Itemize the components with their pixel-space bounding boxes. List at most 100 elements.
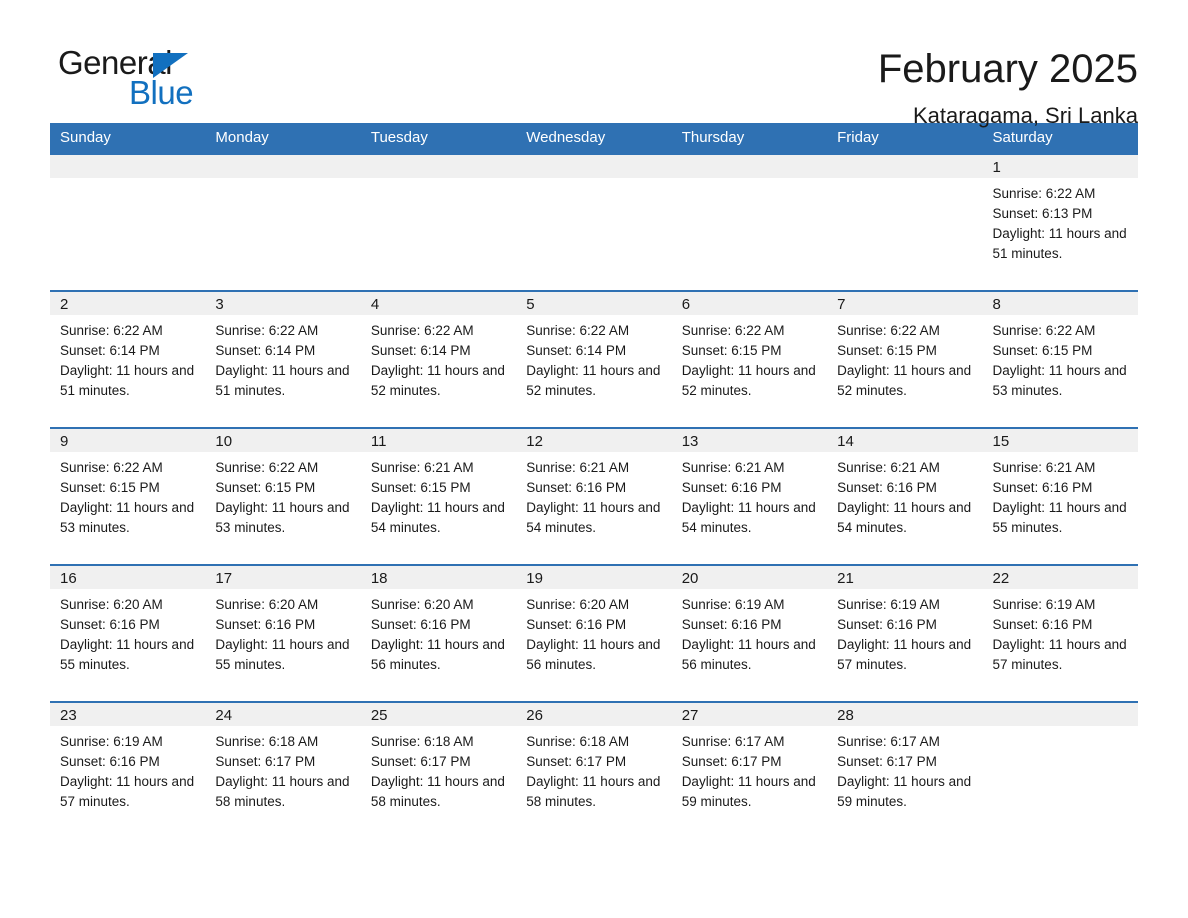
sunset-text: Sunset: 6:16 PM xyxy=(681,479,782,495)
day-cell[interactable]: 16 Sunrise: 6:20 AM Sunset: 6:16 PM Dayligh… xyxy=(50,563,206,702)
daylight-text: Daylight: 11 hours and 57 minutes. xyxy=(992,636,1127,672)
sunrise-sunset-calendar: Sunday Monday Tuesday Wednesday Thursday Frid… xyxy=(50,123,1138,838)
day-cell[interactable]: 20 Sunrise: 6:19 AM Sunset: 6:16 PM Dayligh… xyxy=(671,563,828,702)
daylight-text: Daylight: 11 hours and 54 minutes. xyxy=(837,499,972,535)
day-number xyxy=(671,154,828,178)
sunset-text: Sunset: 6:15 PM xyxy=(215,479,316,495)
sunset-text: Sunset: 6:17 PM xyxy=(837,753,937,769)
calendar-page: General Blue February 2025 Kataragama, S… xyxy=(0,0,1188,918)
sunset-text: Sunset: 6:17 PM xyxy=(370,753,471,769)
calendar-week-row: 1 Sunrise: 6:22 AM Sunset: 6:13 PM Daylight… xyxy=(50,154,1138,291)
sunrise-text: Sunrise: 6:21 AM xyxy=(681,459,785,475)
daylight-text: Daylight: 11 hours and 51 minutes. xyxy=(215,362,350,398)
day-number: 8 xyxy=(982,291,1138,315)
day-cell[interactable]: 9 Sunrise: 6:22 AM Sunset: 6:15 PM Daylight… xyxy=(50,426,206,565)
day-number: 15 xyxy=(982,428,1138,452)
daylight-text: Daylight: 11 hours and 52 minutes. xyxy=(837,362,972,398)
day-cell[interactable]: 25 Sunrise: 6:18 AM Sunset: 6:17 PM Dayligh… xyxy=(360,700,517,838)
day-cell[interactable]: 2 Sunrise: 6:22 AM Sunset: 6:14 PM Daylight… xyxy=(50,289,206,428)
sunset-text: Sunset: 6:16 PM xyxy=(60,753,160,769)
sunrise-text: Sunrise: 6:20 AM xyxy=(215,596,319,612)
day-number: 4 xyxy=(360,291,517,315)
day-cell[interactable]: 7 Sunrise: 6:22 AM Sunset: 6:15 PM Daylight… xyxy=(827,289,983,428)
day-cell[interactable]: 6 Sunrise: 6:22 AM Sunset: 6:15 PM Daylight… xyxy=(671,289,828,428)
day-number: 28 xyxy=(827,702,983,726)
day-details: Sunrise: 6:21 AM Sunset: 6:16 PM Daylight:… xyxy=(827,452,982,538)
daylight-text: Daylight: 11 hours and 53 minutes. xyxy=(992,362,1127,398)
day-cell[interactable]: 14 Sunrise: 6:21 AM Sunset: 6:16 PM Dayligh… xyxy=(827,426,983,565)
daylight-text: Daylight: 11 hours and 56 minutes. xyxy=(526,636,661,672)
daylight-text: Daylight: 11 hours and 54 minutes. xyxy=(526,499,661,535)
day-details: Sunrise: 6:22 AM Sunset: 6:15 PM Daylight:… xyxy=(983,315,1138,401)
sunset-text: Sunset: 6:14 PM xyxy=(370,342,471,358)
day-details: Sunrise: 6:20 AM Sunset: 6:16 PM Daylight:… xyxy=(516,589,671,675)
day-details: Sunrise: 6:22 AM Sunset: 6:14 PM Daylight:… xyxy=(516,315,671,401)
daylight-text: Daylight: 11 hours and 52 minutes. xyxy=(526,362,661,398)
day-cell[interactable]: 3 Sunrise: 6:22 AM Sunset: 6:14 PM Daylight… xyxy=(205,289,361,428)
day-details: Sunrise: 6:22 AM Sunset: 6:13 PM Daylight:… xyxy=(983,178,1138,264)
day-number: 14 xyxy=(827,428,983,452)
sunrise-text: Sunrise: 6:18 AM xyxy=(526,733,630,749)
page-title: February 2025 xyxy=(877,47,1138,91)
day-cell[interactable]: 1 Sunrise: 6:22 AM Sunset: 6:13 PM Daylight… xyxy=(982,154,1138,291)
day-cell[interactable]: 5 Sunrise: 6:22 AM Sunset: 6:14 PM Daylight… xyxy=(516,289,672,428)
day-cell[interactable]: 13 Sunrise: 6:21 AM Sunset: 6:16 PM Dayligh… xyxy=(671,426,828,565)
daylight-text: Daylight: 11 hours and 57 minutes. xyxy=(60,773,195,809)
sunset-text: Sunset: 6:17 PM xyxy=(681,753,782,769)
sunset-text: Sunset: 6:16 PM xyxy=(526,616,627,632)
day-details: Sunrise: 6:21 AM Sunset: 6:15 PM Daylight:… xyxy=(361,452,516,538)
day-cell[interactable]: 12 Sunrise: 6:21 AM Sunset: 6:16 PM Dayligh… xyxy=(516,426,672,565)
sunrise-text: Sunrise: 6:22 AM xyxy=(215,459,319,475)
day-cell[interactable]: 18 Sunrise: 6:20 AM Sunset: 6:16 PM Dayligh… xyxy=(360,563,517,702)
day-number: 19 xyxy=(516,565,672,589)
day-cell[interactable]: 23 Sunrise: 6:19 AM Sunset: 6:16 PM Dayligh… xyxy=(50,700,206,838)
generalblue-logo[interactable]: General Blue xyxy=(50,46,250,110)
day-number: 22 xyxy=(982,565,1138,589)
daylight-text: Daylight: 11 hours and 51 minutes. xyxy=(60,362,195,398)
sunrise-text: Sunrise: 6:21 AM xyxy=(992,459,1096,475)
daylight-text: Daylight: 11 hours and 55 minutes. xyxy=(992,499,1127,535)
calendar-week-row: 16 Sunrise: 6:20 AM Sunset: 6:16 PM Dayligh… xyxy=(50,563,1138,702)
day-cell[interactable]: 24 Sunrise: 6:18 AM Sunset: 6:17 PM Dayligh… xyxy=(205,700,361,838)
sunset-text: Sunset: 6:14 PM xyxy=(526,342,627,358)
day-cell[interactable]: 15 Sunrise: 6:21 AM Sunset: 6:16 PM Dayligh… xyxy=(982,426,1138,565)
day-cell[interactable]: 17 Sunrise: 6:20 AM Sunset: 6:16 PM Dayligh… xyxy=(205,563,361,702)
day-cell[interactable]: 10 Sunrise: 6:22 AM Sunset: 6:15 PM Dayligh… xyxy=(205,426,361,565)
day-cell[interactable]: 27 Sunrise: 6:17 AM Sunset: 6:17 PM Dayligh… xyxy=(671,700,828,838)
day-cell-empty xyxy=(982,700,1138,838)
day-number: 7 xyxy=(827,291,983,315)
calendar-week-row: 23 Sunrise: 6:19 AM Sunset: 6:16 PM Dayligh… xyxy=(50,700,1138,838)
sunrise-text: Sunrise: 6:21 AM xyxy=(370,459,474,475)
sunset-text: Sunset: 6:15 PM xyxy=(837,342,937,358)
day-number: 17 xyxy=(205,565,361,589)
daylight-text: Daylight: 11 hours and 56 minutes. xyxy=(681,636,816,672)
daylight-text: Daylight: 11 hours and 54 minutes. xyxy=(681,499,816,535)
day-cell[interactable]: 21 Sunrise: 6:19 AM Sunset: 6:16 PM Dayligh… xyxy=(827,563,983,702)
day-details: Sunrise: 6:18 AM Sunset: 6:17 PM Daylight:… xyxy=(516,726,671,812)
sunset-text: Sunset: 6:15 PM xyxy=(370,479,471,495)
day-cell[interactable]: 4 Sunrise: 6:22 AM Sunset: 6:14 PM Daylight… xyxy=(360,289,517,428)
page-header: General Blue February 2025 Kataragama, S… xyxy=(50,0,1138,128)
day-details: Sunrise: 6:19 AM Sunset: 6:16 PM Daylight:… xyxy=(672,589,827,675)
day-details: Sunrise: 6:22 AM Sunset: 6:15 PM Daylight:… xyxy=(50,452,205,538)
day-cell[interactable]: 22 Sunrise: 6:19 AM Sunset: 6:16 PM Dayligh… xyxy=(982,563,1138,702)
sunrise-text: Sunrise: 6:18 AM xyxy=(370,733,474,749)
sunset-text: Sunset: 6:16 PM xyxy=(837,616,937,632)
day-cell-empty xyxy=(360,154,517,291)
day-number: 13 xyxy=(671,428,828,452)
day-number: 18 xyxy=(360,565,517,589)
day-cell[interactable]: 26 Sunrise: 6:18 AM Sunset: 6:17 PM Dayligh… xyxy=(516,700,672,838)
day-cell[interactable]: 19 Sunrise: 6:20 AM Sunset: 6:16 PM Dayligh… xyxy=(516,563,672,702)
day-cell-empty xyxy=(671,154,828,291)
sunrise-text: Sunrise: 6:22 AM xyxy=(992,322,1096,338)
daylight-text: Daylight: 11 hours and 58 minutes. xyxy=(370,773,505,809)
day-details: Sunrise: 6:17 AM Sunset: 6:17 PM Daylight:… xyxy=(672,726,827,812)
day-cell[interactable]: 8 Sunrise: 6:22 AM Sunset: 6:15 PM Daylight… xyxy=(982,289,1138,428)
day-cell[interactable]: 28 Sunrise: 6:17 AM Sunset: 6:17 PM Dayligh… xyxy=(827,700,983,838)
day-number xyxy=(50,154,206,178)
daylight-text: Daylight: 11 hours and 55 minutes. xyxy=(215,636,350,672)
daylight-text: Daylight: 11 hours and 53 minutes. xyxy=(60,499,195,535)
day-cell[interactable]: 11 Sunrise: 6:21 AM Sunset: 6:15 PM Dayligh… xyxy=(360,426,517,565)
page-subtitle-location: Kataragama, Sri Lanka xyxy=(912,103,1138,128)
sunrise-text: Sunrise: 6:22 AM xyxy=(60,322,163,338)
